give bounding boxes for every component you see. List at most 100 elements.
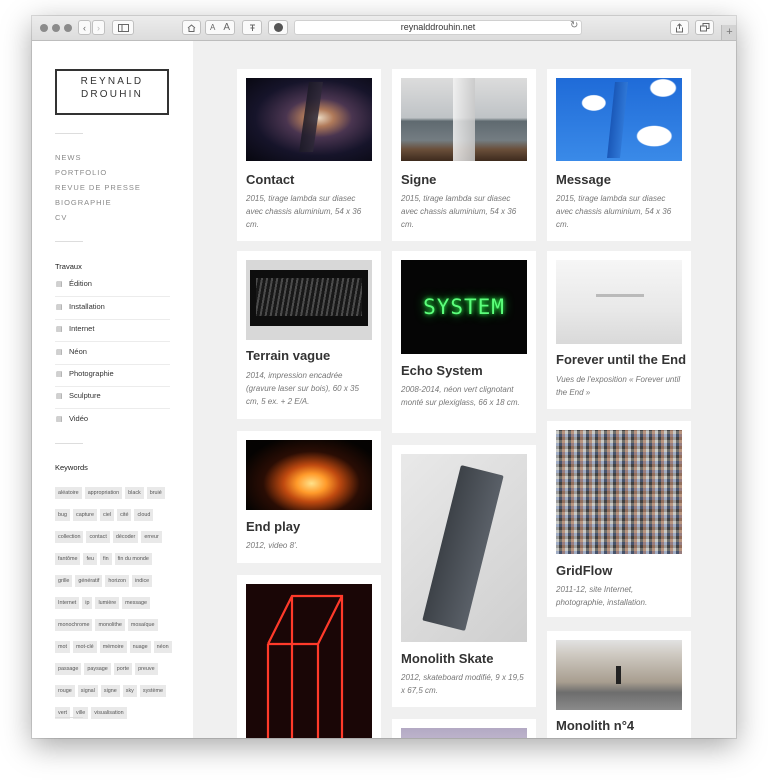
keyword-tag[interactable]: visualisation xyxy=(91,707,127,719)
keyword-tag[interactable]: sky xyxy=(122,685,137,697)
text-bigger-button[interactable]: A xyxy=(223,22,230,33)
reload-icon[interactable]: ↻ xyxy=(570,20,578,31)
keyword-tag[interactable]: cité xyxy=(117,509,132,521)
zoom-window-button[interactable] xyxy=(64,24,72,32)
category-installation[interactable]: ▤ Installation xyxy=(55,297,170,320)
chevron-right-icon: › xyxy=(97,22,100,33)
tabs-button[interactable] xyxy=(695,20,714,35)
keyword-tag[interactable]: ip xyxy=(82,597,93,609)
keyword-tag[interactable]: signe xyxy=(100,685,120,697)
keyword-tag[interactable]: contact xyxy=(86,531,110,543)
portfolio-grid: Contact 2015, tirage lambda sur diasec a… xyxy=(193,41,736,738)
text-smaller-button[interactable]: A xyxy=(210,23,215,32)
work-card-monolith-4[interactable]: Monolith n°4 xyxy=(547,631,691,738)
keyword-tag[interactable]: bruié xyxy=(146,487,165,499)
minimize-window-button[interactable] xyxy=(52,24,60,32)
work-card-gridflow[interactable]: GridFlow 2011-12, site Internet, photogr… xyxy=(547,421,691,617)
keyword-tag[interactable]: porte xyxy=(113,663,133,675)
home-button[interactable] xyxy=(182,20,201,35)
sidebar-toggle-button[interactable] xyxy=(112,20,134,35)
keyword-tag[interactable]: monolithe xyxy=(95,619,125,631)
category-video[interactable]: ▤ Vidéo xyxy=(55,409,170,431)
keyword-tag[interactable]: erreur xyxy=(141,531,162,543)
pin-icon xyxy=(249,24,255,31)
work-card-forever-until-the-end[interactable]: Forever until the End Vues de l'expositi… xyxy=(547,251,691,409)
sidebar-icon xyxy=(117,23,129,32)
site-logo[interactable]: REYNALD DROUHIN xyxy=(55,69,169,115)
category-internet[interactable]: ▤ Internet xyxy=(55,319,170,342)
keyword-tag[interactable]: fin xyxy=(99,553,112,565)
keyword-tag[interactable]: message xyxy=(122,597,151,609)
work-card-echo-system[interactable]: SYSTEM Echo System 2008-2014, néon vert … xyxy=(392,251,536,433)
keyword-tag[interactable]: système xyxy=(139,685,166,697)
nav-portfolio[interactable]: PORTFOLIO xyxy=(55,168,107,177)
keyword-tag[interactable]: néon xyxy=(153,641,172,653)
keyword-tag[interactable]: indice xyxy=(132,575,153,587)
keyword-tag[interactable]: horizon xyxy=(105,575,130,587)
work-card-contact[interactable]: Contact 2015, tirage lambda sur diasec a… xyxy=(237,69,381,241)
keyword-tag[interactable]: mémoire xyxy=(99,641,127,653)
work-image xyxy=(556,260,682,344)
work-image xyxy=(401,454,527,642)
keyword-tag[interactable]: Internet xyxy=(55,597,80,609)
keyword-tag[interactable]: fin du monde xyxy=(114,553,152,565)
text-size-buttons[interactable]: A A xyxy=(205,20,235,35)
keyword-tag[interactable]: mosaïque xyxy=(127,619,158,631)
work-card-end-play[interactable]: End play 2012, video 8'. xyxy=(237,431,381,563)
nav-biographie[interactable]: BIOGRAPHIE xyxy=(55,198,112,207)
folder-icon: ▤ xyxy=(56,349,63,356)
back-button[interactable]: ‹ xyxy=(78,20,91,35)
work-card-message[interactable]: Message 2015, tirage lambda sur diasec a… xyxy=(547,69,691,241)
new-tab-button[interactable]: + xyxy=(721,25,736,40)
keyword-tag[interactable]: paysage xyxy=(84,663,111,675)
keyword-tag[interactable]: black xyxy=(125,487,144,499)
keyword-tag[interactable]: preuve xyxy=(135,663,158,675)
work-description: 2008-2014, néon vert clignotant monté su… xyxy=(401,385,520,407)
work-card-neon-red[interactable] xyxy=(237,575,381,738)
forward-button[interactable]: › xyxy=(92,20,105,35)
nav-revue-de-presse[interactable]: REVUE DE PRESSE xyxy=(55,183,141,192)
category-neon[interactable]: ▤ Néon xyxy=(55,342,170,365)
keyword-tag[interactable]: aléatoire xyxy=(55,487,82,499)
work-description: 2015, tirage lambda sur diasec avec chas… xyxy=(401,194,517,229)
work-card-signe[interactable]: Signe 2015, tirage lambda sur diasec ave… xyxy=(392,69,536,241)
work-card-next[interactable] xyxy=(392,719,536,738)
folder-icon: ▤ xyxy=(56,393,63,400)
keyword-tag[interactable]: cloud xyxy=(134,509,154,521)
address-bar[interactable]: reynalddrouhin.net xyxy=(294,20,582,35)
badge-icon xyxy=(273,23,283,32)
home-icon xyxy=(187,23,196,32)
nav-cv[interactable]: CV xyxy=(55,213,67,222)
neon-sign-text: SYSTEM xyxy=(423,295,505,319)
keyword-tag[interactable]: collection xyxy=(55,531,84,543)
share-button[interactable] xyxy=(670,20,689,35)
keyword-tag[interactable]: mot xyxy=(55,641,70,653)
category-photographie[interactable]: ▤ Photographie xyxy=(55,364,170,387)
close-window-button[interactable] xyxy=(40,24,48,32)
keyword-tag[interactable]: signal xyxy=(77,685,98,697)
keyword-tag[interactable]: lumière xyxy=(95,597,120,609)
work-title: End play xyxy=(246,519,301,534)
keyword-tag[interactable]: grille xyxy=(55,575,73,587)
keyword-tag[interactable]: mot-clé xyxy=(73,641,97,653)
keyword-tag[interactable]: ciel xyxy=(99,509,115,521)
work-card-terrain-vague[interactable]: Terrain vague 2014, impression encadrée … xyxy=(237,251,381,419)
divider xyxy=(55,133,83,134)
keyword-tag[interactable]: décoder xyxy=(112,531,139,543)
keyword-tag[interactable]: bug xyxy=(55,509,70,521)
keyword-tag[interactable]: génératif xyxy=(75,575,103,587)
work-card-monolith-skate[interactable]: Monolith Skate 2012, skateboard modifié,… xyxy=(392,445,536,707)
category-sculpture[interactable]: ▤ Sculpture xyxy=(55,386,170,409)
keyword-tag[interactable]: feu xyxy=(83,553,97,565)
keyword-tag[interactable]: passage xyxy=(55,663,82,675)
keyword-tag[interactable]: fantôme xyxy=(55,553,81,565)
keyword-tag[interactable]: appropriation xyxy=(84,487,123,499)
nav-news[interactable]: NEWS xyxy=(55,153,82,162)
keyword-tag[interactable]: nuage xyxy=(129,641,151,653)
keyword-tag[interactable]: rouge xyxy=(55,685,75,697)
keyword-tag[interactable]: monochrome xyxy=(55,619,93,631)
category-edition[interactable]: ▤ Édition xyxy=(55,274,170,297)
extension-button[interactable] xyxy=(242,20,262,35)
extension-badge-button[interactable] xyxy=(268,20,288,35)
keyword-tag[interactable]: capture xyxy=(73,509,97,521)
